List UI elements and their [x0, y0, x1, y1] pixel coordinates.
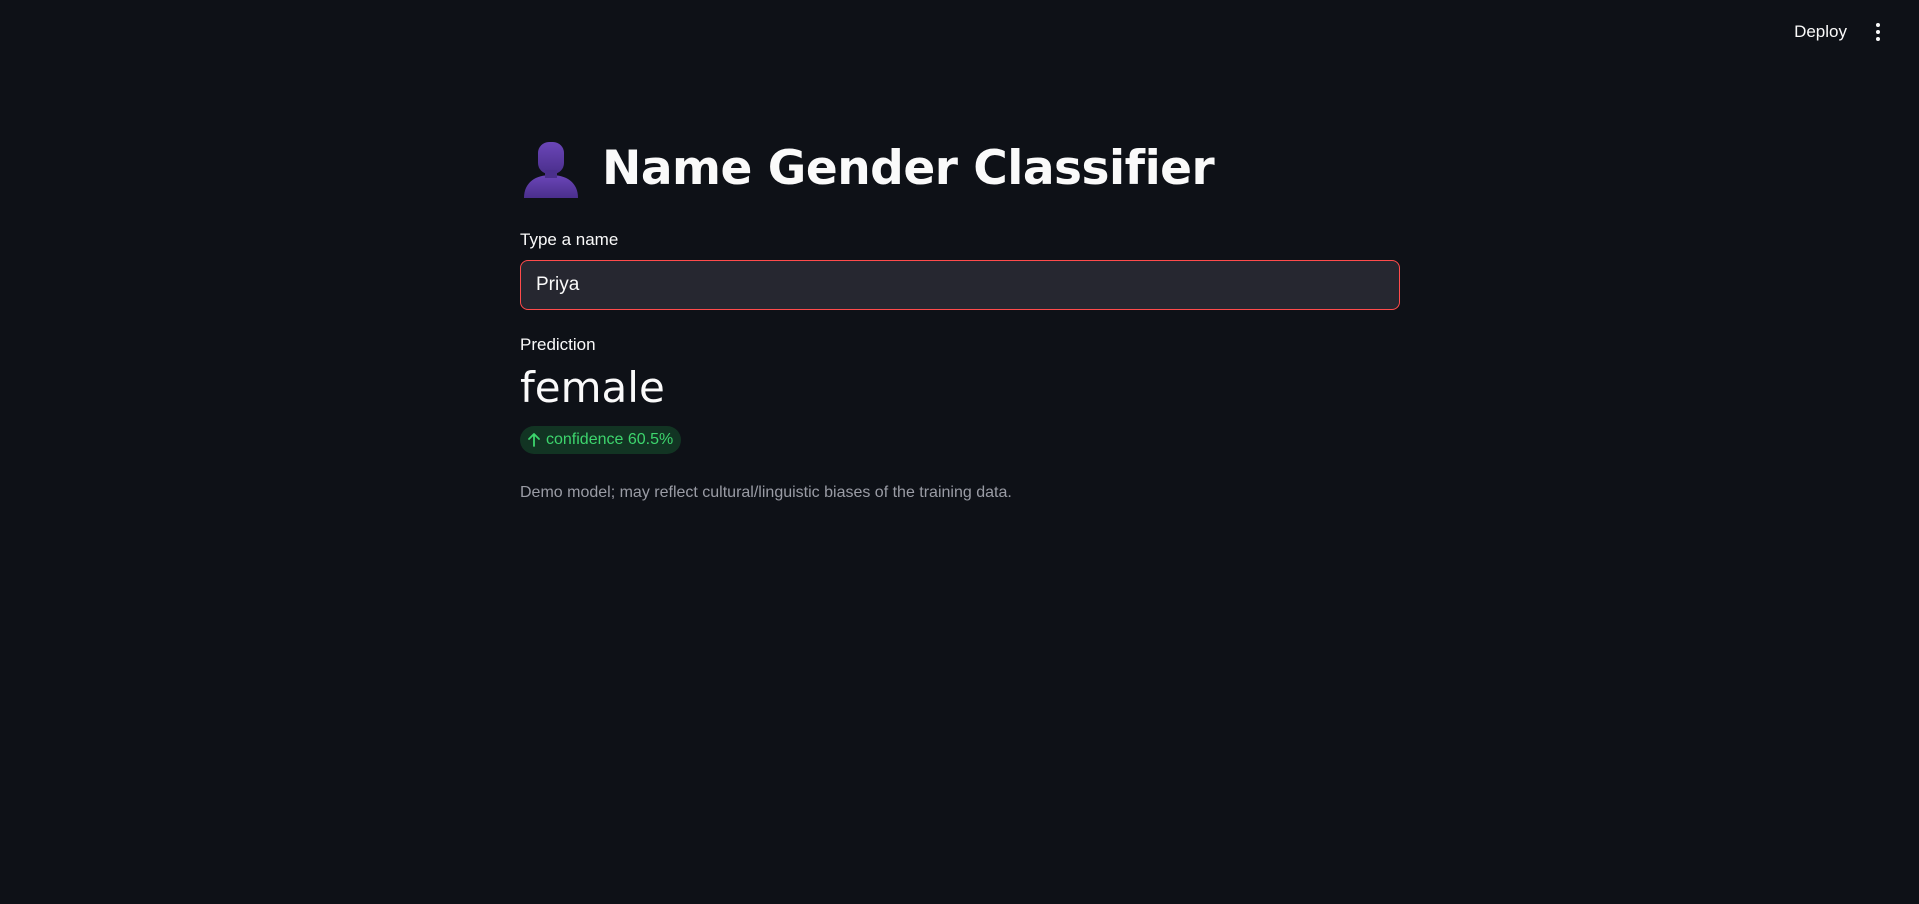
prediction-label: Prediction: [520, 335, 596, 354]
confidence-badge: confidence 60.5%: [520, 426, 682, 454]
deploy-button[interactable]: Deploy: [1784, 17, 1857, 47]
arrow-up-icon: [528, 433, 540, 447]
disclaimer-caption: Demo model; may reflect cultural/linguis…: [520, 484, 1012, 501]
page-title: Name Gender Classifier: [602, 140, 1215, 196]
confidence-text: confidence 60.5%: [546, 431, 674, 448]
prediction-value: female: [520, 363, 665, 412]
bust-in-silhouette-icon: [520, 138, 582, 198]
title-row: Name Gender Classifier: [520, 138, 1215, 198]
vertical-ellipsis-icon[interactable]: [1867, 17, 1889, 47]
name-input[interactable]: [520, 260, 1400, 310]
name-input-label: Type a name: [520, 230, 619, 249]
top-toolbar: Deploy: [0, 0, 1919, 64]
